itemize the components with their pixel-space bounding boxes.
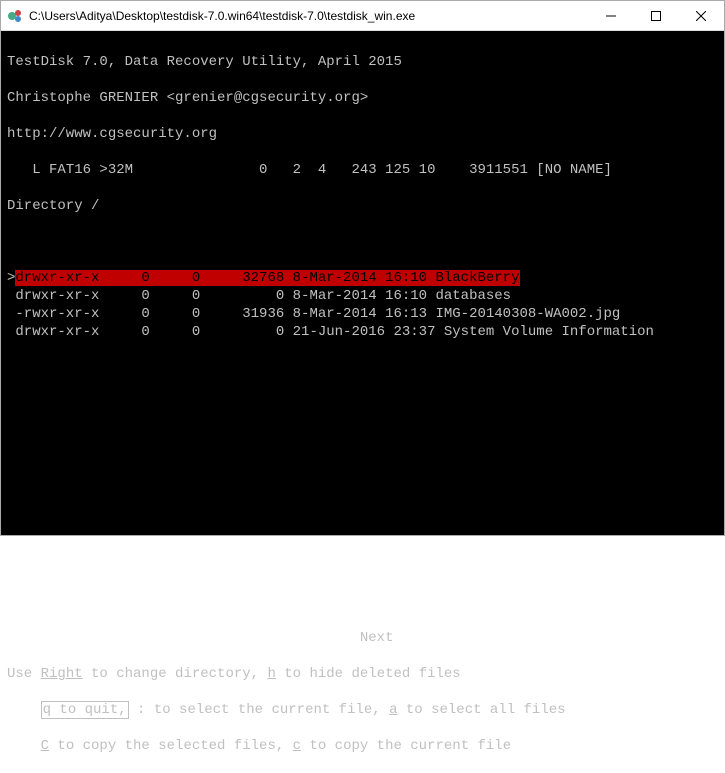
app-icon bbox=[7, 8, 23, 24]
help-line-3: C to copy the selected files, c to copy … bbox=[7, 737, 718, 755]
help-line-2: q to quit, : to select the current file,… bbox=[7, 701, 718, 719]
C-key: C bbox=[41, 738, 49, 754]
close-button[interactable] bbox=[678, 1, 724, 30]
q-quit-box: q to quit, bbox=[41, 701, 129, 719]
spacer bbox=[7, 359, 718, 611]
file-list: >drwxr-xr-x 0 0 32768 8-Mar-2014 16:10 B… bbox=[7, 269, 718, 341]
window-title: C:\Users\Aditya\Desktop\testdisk-7.0.win… bbox=[29, 9, 588, 23]
maximize-button[interactable] bbox=[633, 1, 678, 30]
next-label[interactable]: Next bbox=[360, 630, 394, 646]
minimize-button[interactable] bbox=[588, 1, 633, 30]
directory-path: Directory / bbox=[7, 197, 718, 215]
a-key: a bbox=[389, 702, 397, 718]
partition-info: L FAT16 >32M 0 2 4 243 125 10 3911551 [N… bbox=[7, 161, 718, 179]
file-row[interactable]: drwxr-xr-x 0 0 0 8-Mar-2014 16:10 databa… bbox=[7, 287, 718, 305]
header-author: Christophe GRENIER <grenier@cgsecurity.o… bbox=[7, 89, 718, 107]
c-key: c bbox=[293, 738, 301, 754]
file-row[interactable]: >drwxr-xr-x 0 0 32768 8-Mar-2014 16:10 B… bbox=[7, 269, 718, 287]
help-line-1: Use Right to change directory, h to hide… bbox=[7, 665, 718, 683]
header-url: http://www.cgsecurity.org bbox=[7, 125, 718, 143]
next-row: Next bbox=[7, 629, 718, 647]
window-controls bbox=[588, 1, 724, 30]
terminal-area[interactable]: TestDisk 7.0, Data Recovery Utility, Apr… bbox=[1, 31, 724, 535]
window-titlebar: C:\Users\Aditya\Desktop\testdisk-7.0.win… bbox=[1, 1, 724, 31]
right-key: Right bbox=[41, 666, 83, 682]
h-key: h bbox=[267, 666, 275, 682]
header-title: TestDisk 7.0, Data Recovery Utility, Apr… bbox=[7, 53, 718, 71]
file-row[interactable]: -rwxr-xr-x 0 0 31936 8-Mar-2014 16:13 IM… bbox=[7, 305, 718, 323]
blank-row bbox=[7, 233, 718, 251]
file-row[interactable]: drwxr-xr-x 0 0 0 21-Jun-2016 23:37 Syste… bbox=[7, 323, 718, 341]
